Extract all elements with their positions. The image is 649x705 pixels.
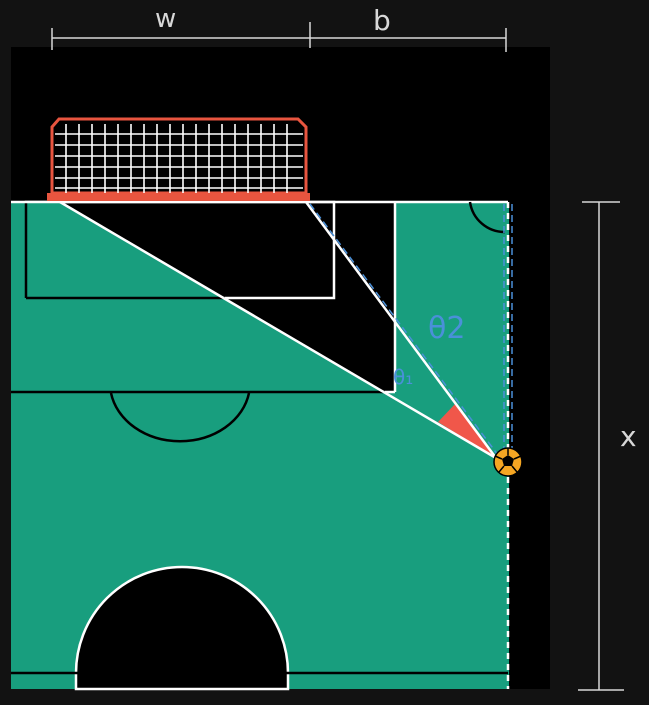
x-label: x — [620, 420, 637, 453]
b-label: b — [373, 4, 391, 37]
w-label: w — [155, 4, 176, 34]
soccer-ball-icon — [493, 447, 523, 477]
theta1-label: θ₁ — [393, 365, 413, 389]
theta2-label: θ2 — [428, 311, 465, 346]
soccer-angle-diagram: θ₁ θ2 w b x — [0, 0, 649, 705]
